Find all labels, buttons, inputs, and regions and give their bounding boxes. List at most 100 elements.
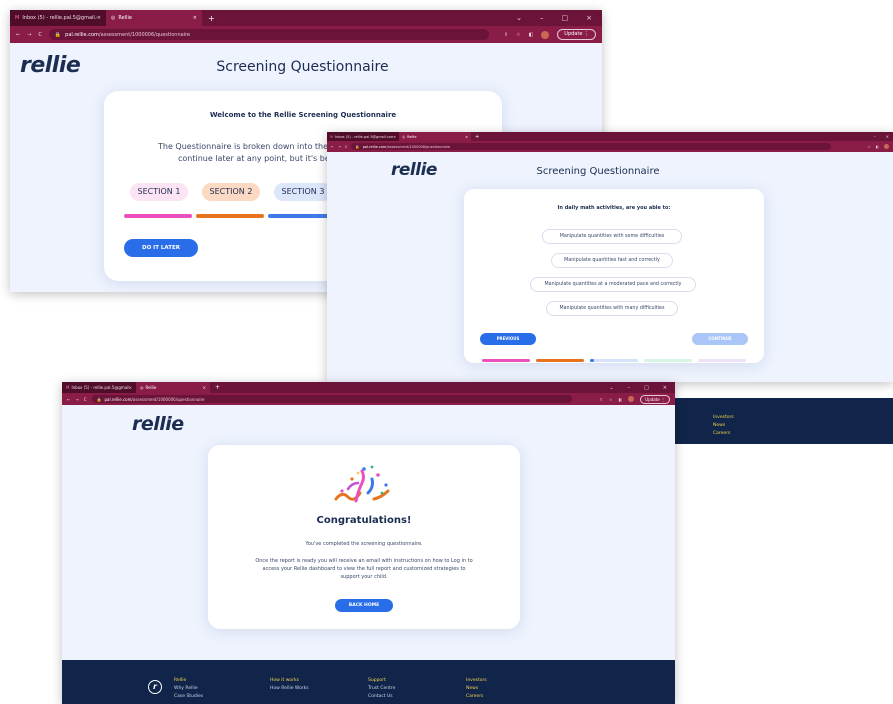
tab-close-icon[interactable]: × bbox=[203, 385, 206, 390]
maximize-button[interactable]: □ bbox=[562, 14, 569, 22]
update-button[interactable]: Update ⋮ bbox=[557, 29, 596, 40]
tab-rellie[interactable]: ◎ Rellie × bbox=[399, 132, 471, 141]
do-it-later-button[interactable]: DO IT LATER bbox=[124, 239, 198, 257]
tab-rellie[interactable]: ◎ Rellie × bbox=[136, 382, 210, 393]
back-home-button[interactable]: BACK HOME bbox=[335, 599, 393, 612]
profile-avatar[interactable] bbox=[628, 396, 635, 402]
congratulations-heading: Congratulations! bbox=[316, 515, 412, 526]
tab-close-icon[interactable]: × bbox=[393, 135, 396, 139]
footer-col-head[interactable]: Investors bbox=[466, 678, 487, 683]
tab-close-icon[interactable]: × bbox=[97, 15, 101, 21]
close-window-button[interactable]: × bbox=[663, 385, 667, 391]
lock-icon: 🔒 bbox=[96, 396, 102, 402]
forward-icon[interactable]: → bbox=[27, 32, 31, 38]
browser-tab-strip: M Inbox (5) - rellie.pal.5@gmail.com × ◎… bbox=[10, 10, 602, 26]
back-icon[interactable]: ← bbox=[67, 397, 70, 402]
screenshot-congratulations: M Inbox (5) - rellie.pal.5@gmail.com × ◎… bbox=[62, 382, 675, 704]
footer-link[interactable]: Case Studies bbox=[174, 694, 203, 699]
footer-col-head[interactable]: Rellie bbox=[174, 678, 203, 683]
browser-tab-strip: M Inbox (5) - rellie.pal.5@gmail.com × ◎… bbox=[327, 132, 893, 141]
chevron-down-icon[interactable]: ⌄ bbox=[609, 385, 613, 391]
footer-link[interactable]: Trust Centre bbox=[368, 686, 395, 691]
minimize-button[interactable]: – bbox=[874, 134, 876, 139]
url-field[interactable]: 🔒 pal.rellie.com/assessment/1000006/ques… bbox=[351, 143, 832, 150]
close-window-button[interactable]: × bbox=[586, 14, 592, 22]
footer-link[interactable]: Careers bbox=[466, 694, 487, 699]
page-title: Screening Questionnaire bbox=[536, 166, 660, 177]
url-field[interactable]: 🔒 pal.rellie.com/assessment/1000006/ques… bbox=[91, 395, 572, 403]
address-bar: ← → C 🔒 pal.rellie.com/assessment/100000… bbox=[10, 26, 602, 43]
footer-link[interactable]: Why Rellie bbox=[174, 686, 203, 691]
star-icon[interactable]: ☆ bbox=[516, 32, 520, 38]
footer-col-head[interactable]: Support bbox=[368, 678, 395, 683]
window-controls: ⌄ – □ × bbox=[516, 14, 592, 22]
new-tab-button[interactable]: + bbox=[475, 134, 479, 140]
forward-icon[interactable]: → bbox=[338, 145, 341, 149]
rellie-footer-logo-icon[interactable]: r bbox=[148, 680, 162, 694]
footer-col-head[interactable]: How it works bbox=[270, 678, 309, 683]
footer-link-investors[interactable]: Investors bbox=[713, 415, 734, 420]
report-text-line-1: Once the report is ready you will receiv… bbox=[255, 558, 473, 564]
tab-inbox-label: Inbox (5) - rellie.pal.5@gmail.com bbox=[335, 134, 394, 139]
sidebar-icon[interactable]: ◧ bbox=[876, 145, 879, 149]
reload-icon[interactable]: C bbox=[84, 397, 87, 402]
tab-inbox-label: Inbox (5) - rellie.pal.5@gmail.com bbox=[71, 385, 128, 390]
profile-avatar[interactable] bbox=[541, 30, 550, 39]
share-icon[interactable]: ⇪ bbox=[599, 397, 602, 402]
tab-rellie[interactable]: ◎ Rellie × bbox=[106, 10, 202, 26]
footer-link-news[interactable]: News bbox=[713, 423, 734, 428]
chevron-down-icon[interactable]: ⌄ bbox=[516, 14, 522, 22]
footer-fragment: Investors News Careers bbox=[672, 398, 893, 444]
tab-inbox[interactable]: M Inbox (5) - rellie.pal.5@gmail.com × bbox=[327, 132, 399, 141]
option-moderated-pace[interactable]: Manipulate quantities at a moderated pac… bbox=[530, 277, 696, 292]
star-icon[interactable]: ☆ bbox=[609, 397, 613, 402]
sidebar-icon[interactable]: ◧ bbox=[529, 32, 534, 38]
rellie-tab-icon: ◎ bbox=[111, 15, 116, 21]
option-some-difficulties[interactable]: Manipulate quantities with some difficul… bbox=[542, 229, 682, 244]
star-icon[interactable]: ☆ bbox=[868, 145, 871, 149]
tab-close-icon[interactable]: × bbox=[129, 385, 132, 390]
previous-button[interactable]: PREVIOUS bbox=[480, 333, 536, 345]
sidebar-icon[interactable]: ◧ bbox=[618, 397, 622, 402]
tab-inbox[interactable]: M Inbox (5) - rellie.pal.5@gmail.com × bbox=[10, 10, 106, 26]
new-tab-button[interactable]: + bbox=[208, 14, 215, 23]
close-window-button[interactable]: × bbox=[886, 134, 889, 139]
forward-icon[interactable]: → bbox=[75, 397, 78, 402]
section-4-progress bbox=[644, 359, 692, 362]
update-button[interactable]: Update ⋮ bbox=[640, 394, 670, 404]
section-3-chip[interactable]: SECTION 3 bbox=[274, 183, 332, 201]
section-2-chip[interactable]: SECTION 2 bbox=[202, 183, 260, 201]
rellie-logo[interactable]: rellie bbox=[20, 53, 81, 78]
section-2-progress bbox=[536, 359, 584, 362]
section-2-progress bbox=[196, 214, 264, 218]
url-field[interactable]: 🔒 pal.rellie.com/assessment/1000006/ques… bbox=[48, 29, 489, 40]
section-1-progress bbox=[124, 214, 192, 218]
congratulations-card: Congratulations! You've completed the sc… bbox=[208, 445, 520, 629]
tab-rellie-label: Rellie bbox=[145, 385, 157, 390]
option-fast-correctly[interactable]: Manipulate quantities fast and correctly bbox=[551, 253, 673, 268]
rellie-logo[interactable]: rellie bbox=[132, 413, 184, 435]
footer-link[interactable]: How Rellie Works bbox=[270, 686, 309, 691]
maximize-button[interactable]: □ bbox=[644, 385, 649, 391]
back-icon[interactable]: ← bbox=[16, 32, 20, 38]
footer-link-careers[interactable]: Careers bbox=[713, 431, 734, 436]
footer-link[interactable]: News bbox=[466, 686, 487, 691]
minimize-button[interactable]: – bbox=[628, 385, 631, 391]
tab-close-icon[interactable]: × bbox=[193, 15, 197, 21]
site-footer: r Rellie Why Rellie Case Studies How it … bbox=[62, 660, 675, 704]
tab-close-icon[interactable]: × bbox=[465, 135, 468, 139]
back-icon[interactable]: ← bbox=[331, 145, 334, 149]
rellie-logo[interactable]: rellie bbox=[391, 160, 437, 180]
reload-icon[interactable]: C bbox=[345, 145, 347, 149]
option-many-difficulties[interactable]: Manipulate quantities with many difficul… bbox=[546, 301, 678, 316]
new-tab-button[interactable]: + bbox=[215, 384, 220, 391]
tab-inbox[interactable]: M Inbox (5) - rellie.pal.5@gmail.com × bbox=[62, 382, 136, 393]
intro-line-1: The Questionnaire is broken down into th… bbox=[158, 142, 345, 151]
share-icon[interactable]: ⇪ bbox=[504, 32, 508, 38]
continue-button[interactable]: CONTINUE bbox=[692, 333, 748, 345]
profile-avatar[interactable] bbox=[884, 144, 889, 149]
footer-link[interactable]: Contact Us bbox=[368, 694, 395, 699]
minimize-button[interactable]: – bbox=[540, 14, 544, 22]
reload-icon[interactable]: C bbox=[38, 32, 42, 38]
section-1-chip[interactable]: SECTION 1 bbox=[130, 183, 188, 201]
